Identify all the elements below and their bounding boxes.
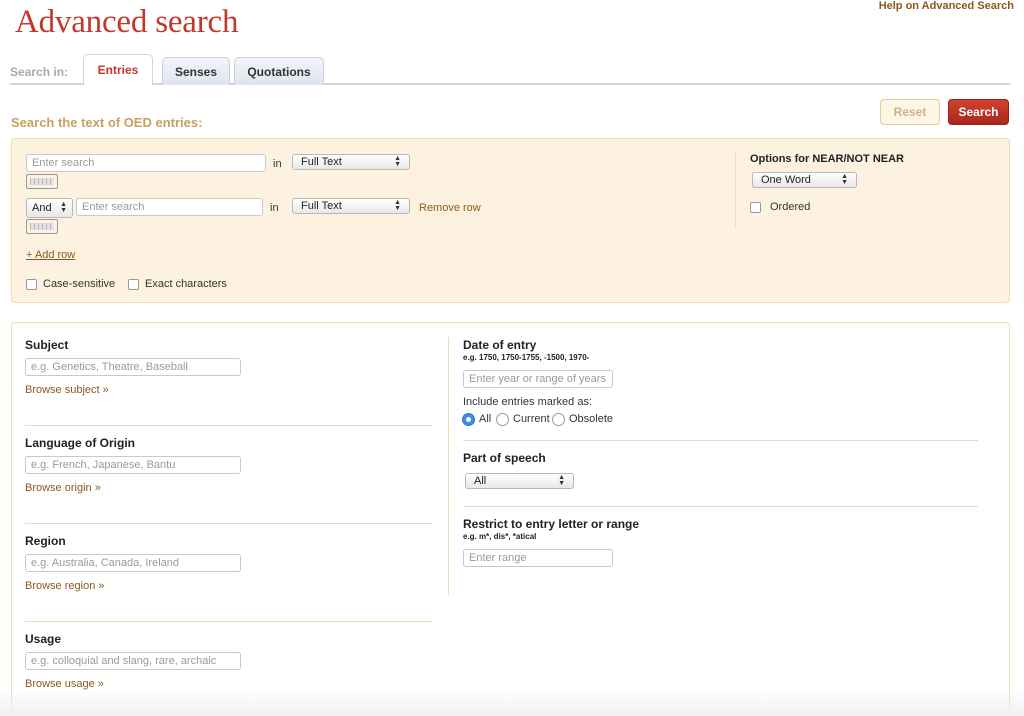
radio-current-label: Current (513, 413, 550, 425)
select-arrows-icon: ▲ ▼ (60, 201, 67, 214)
in-label-row-2: in (270, 202, 279, 214)
radio-obsolete-label: Obsolete (569, 413, 614, 425)
part-of-speech-value: All (474, 475, 487, 487)
browse-region-link[interactable]: Browse region » (25, 580, 105, 592)
radio-all-label: All (479, 413, 492, 425)
date-example: e.g. 1750, 1750-1755, -1500, 1970- (463, 353, 590, 362)
in-label-row-1: in (273, 158, 282, 170)
near-options-title: Options for NEAR/NOT NEAR (750, 153, 904, 165)
search-input-row-2[interactable] (76, 198, 263, 216)
ordered-label: Ordered (770, 201, 811, 213)
usage-input[interactable] (25, 652, 241, 670)
select-arrows-icon: ▲ ▼ (394, 199, 401, 212)
near-distance-select[interactable]: One Word ▲ ▼ (752, 172, 857, 188)
date-title: Date of entry (463, 338, 537, 352)
browse-usage-link[interactable]: Browse usage » (25, 678, 104, 690)
divider (25, 425, 432, 426)
text-search-heading: Search the text of OED entries: (11, 115, 203, 130)
page-title: Advanced search (15, 4, 239, 40)
exact-characters-label: Exact characters (145, 278, 227, 290)
near-distance-value: One Word (761, 174, 811, 186)
divider (25, 621, 432, 622)
operator-select-row-2[interactable]: And ▲ ▼ (26, 198, 73, 218)
tab-entries[interactable]: Entries (83, 54, 153, 85)
scope-select-row-1[interactable]: Full Text ▲ ▼ (292, 154, 410, 170)
filters-panel: Subject Browse subject » Language of Ori… (11, 322, 1010, 716)
help-link[interactable]: Help on Advanced Search (879, 0, 1014, 12)
usage-title: Usage (25, 632, 62, 646)
case-sensitive-checkbox[interactable] (26, 279, 37, 290)
tab-quotations[interactable]: Quotations (234, 57, 324, 85)
region-input[interactable] (25, 554, 241, 572)
case-sensitive-label: Case-sensitive (43, 278, 116, 290)
search-input-row-1[interactable] (26, 154, 266, 172)
tab-senses[interactable]: Senses (162, 57, 230, 85)
reset-button[interactable]: Reset (880, 99, 940, 125)
keyboard-icon[interactable] (26, 174, 58, 189)
scope-select-row-1-value: Full Text (301, 156, 342, 168)
near-options-divider (735, 151, 736, 227)
select-arrows-icon: ▲ ▼ (841, 173, 848, 186)
part-of-speech-select[interactable]: All ▲ ▼ (465, 473, 574, 489)
divider (463, 506, 978, 507)
exact-characters-checkbox[interactable] (128, 279, 139, 290)
search-in-label: Search in: (10, 65, 69, 79)
subject-input[interactable] (25, 358, 241, 376)
restrict-title: Restrict to entry letter or range (463, 517, 640, 531)
restrict-example: e.g. m*, dis*, *atical (463, 532, 537, 541)
remove-row-link[interactable]: Remove row (419, 202, 481, 214)
select-arrows-icon: ▲ ▼ (394, 155, 401, 168)
column-divider (448, 337, 449, 595)
scope-select-row-2[interactable]: Full Text ▲ ▼ (292, 198, 410, 214)
search-tabs: Search in: Entries Senses Quotations (10, 54, 1010, 85)
select-arrows-icon: ▲ ▼ (558, 474, 565, 487)
include-entries-label: Include entries marked as: (463, 396, 593, 408)
divider (25, 523, 432, 524)
date-input[interactable] (463, 370, 613, 388)
browse-subject-link[interactable]: Browse subject » (25, 384, 109, 396)
region-title: Region (25, 534, 66, 548)
add-row-link[interactable]: + Add row (26, 249, 75, 261)
operator-select-row-2-value: And (32, 202, 52, 214)
origin-title: Language of Origin (25, 436, 135, 450)
subject-title: Subject (25, 338, 69, 352)
radio-current[interactable] (496, 413, 509, 426)
origin-input[interactable] (25, 456, 241, 474)
part-of-speech-title: Part of speech (463, 451, 546, 465)
scope-select-row-2-value: Full Text (301, 200, 342, 212)
search-button[interactable]: Search (948, 99, 1009, 125)
keyboard-icon[interactable] (26, 219, 58, 234)
radio-obsolete[interactable] (552, 413, 565, 426)
divider (463, 440, 978, 441)
text-search-panel: in Full Text ▲▼ And ▲▼ in Full Text ▲▼ R… (11, 138, 1010, 303)
ordered-checkbox[interactable] (750, 202, 761, 213)
restrict-input[interactable] (463, 549, 613, 567)
radio-all[interactable] (462, 413, 475, 426)
browse-origin-link[interactable]: Browse origin » (25, 482, 101, 494)
